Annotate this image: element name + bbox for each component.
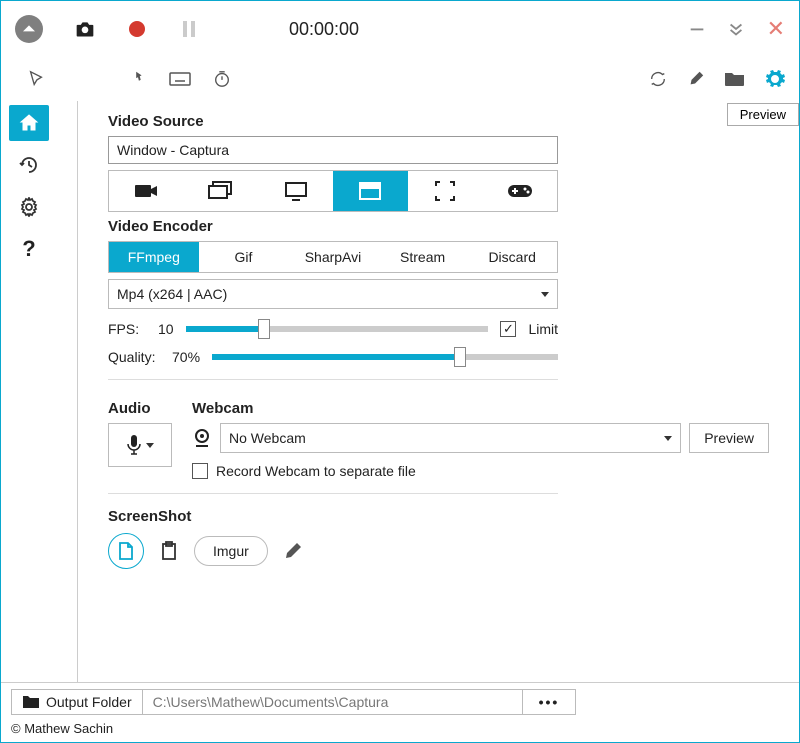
minimize-button[interactable]: −	[689, 14, 704, 45]
source-window[interactable]	[333, 171, 408, 211]
preview-button[interactable]: Preview	[727, 103, 799, 126]
audio-mic-button[interactable]	[108, 423, 172, 467]
expand-button[interactable]	[727, 20, 745, 38]
keyboard-icon[interactable]	[169, 72, 191, 86]
encoder-tabs: FFmpeg Gif SharpAvi Stream Discard	[108, 241, 558, 273]
pause-button[interactable]	[179, 19, 199, 39]
divider	[108, 493, 558, 494]
sidebar-help[interactable]: ?	[9, 231, 49, 267]
output-folder-label: Output Folder	[46, 694, 132, 710]
codec-dropdown[interactable]: Mp4 (x264 | AAC)	[108, 279, 558, 309]
output-folder-more[interactable]: •••	[523, 689, 577, 715]
folder-icon[interactable]	[725, 71, 745, 87]
chevron-down-icon	[146, 443, 154, 448]
fps-value: 10	[158, 321, 174, 337]
close-button[interactable]: ✕	[767, 16, 785, 42]
codec-value: Mp4 (x264 | AAC)	[117, 286, 227, 302]
video-encoder-title: Video Encoder	[108, 218, 769, 235]
quality-slider[interactable]	[212, 354, 558, 360]
quality-value: 70%	[172, 349, 200, 365]
webcam-separate-checkbox[interactable]	[192, 463, 208, 479]
webcam-dropdown[interactable]: No Webcam	[220, 423, 681, 453]
sidebar-recent[interactable]	[9, 147, 49, 183]
fps-row: FPS: 10 ✓ Limit	[108, 321, 558, 337]
screenshot-disk-button[interactable]	[108, 533, 144, 569]
quality-row: Quality: 70%	[108, 349, 558, 365]
webcam-selected: No Webcam	[229, 430, 306, 446]
encoder-tab-discard[interactable]: Discard	[467, 242, 557, 272]
divider	[108, 379, 558, 380]
refresh-icon[interactable]	[649, 70, 667, 88]
fps-slider[interactable]	[186, 326, 489, 332]
output-folder-button[interactable]: Output Folder	[11, 689, 143, 715]
source-screens[interactable]	[184, 171, 259, 211]
encoder-tab-sharpavi[interactable]: SharpAvi	[288, 242, 378, 272]
source-region[interactable]	[408, 171, 483, 211]
source-game[interactable]	[482, 171, 557, 211]
webcam-preview-button[interactable]: Preview	[689, 423, 769, 453]
audio-title: Audio	[108, 400, 172, 417]
webcam-separate-label: Record Webcam to separate file	[216, 463, 416, 479]
encoder-tab-ffmpeg[interactable]: FFmpeg	[109, 242, 199, 272]
camera-icon[interactable]	[75, 19, 95, 39]
chevron-down-icon	[664, 436, 672, 441]
record-button[interactable]	[127, 19, 147, 39]
source-camera[interactable]	[109, 171, 184, 211]
click-icon[interactable]	[129, 70, 147, 88]
output-folder-path[interactable]: C:\Users\Mathew\Documents\Captura	[143, 689, 523, 715]
video-source-title: Video Source	[108, 113, 769, 130]
content-panel: Preview Video Source Window - Captura Vi…	[77, 101, 799, 682]
screenshot-clipboard-button[interactable]	[160, 541, 178, 561]
copyright: © Mathew Sachin	[11, 721, 789, 736]
app-window: 00:00:00 − ✕	[0, 0, 800, 743]
sidebar: ?	[1, 101, 57, 682]
source-type-row	[108, 170, 558, 212]
screenshot-row: Imgur	[108, 533, 769, 569]
screenshot-imgur-button[interactable]: Imgur	[194, 536, 268, 566]
collapse-button[interactable]	[15, 15, 43, 43]
screenshot-title: ScreenShot	[108, 508, 769, 525]
toolbar	[1, 57, 799, 101]
timer-display: 00:00:00	[289, 19, 359, 40]
main-area: ? Preview Video Source Window - Captura …	[1, 101, 799, 682]
quality-label: Quality:	[108, 349, 160, 365]
webcam-icon	[192, 428, 212, 448]
fps-limit-label: Limit	[528, 321, 558, 337]
sidebar-home[interactable]	[9, 105, 49, 141]
timer-icon[interactable]	[213, 70, 231, 88]
encoder-tab-gif[interactable]: Gif	[199, 242, 289, 272]
sidebar-settings[interactable]	[9, 189, 49, 225]
screenshot-edit-button[interactable]	[284, 542, 302, 560]
settings-gear-icon[interactable]	[765, 69, 785, 89]
footer: Output Folder C:\Users\Mathew\Documents\…	[1, 682, 799, 742]
webcam-title: Webcam	[192, 400, 769, 417]
chevron-down-icon	[541, 292, 549, 297]
cursor-icon[interactable]	[27, 70, 45, 88]
video-source-field[interactable]: Window - Captura	[108, 136, 558, 164]
encoder-tab-stream[interactable]: Stream	[378, 242, 468, 272]
brush-icon[interactable]	[687, 70, 705, 88]
titlebar: 00:00:00 − ✕	[1, 1, 799, 57]
source-desktop[interactable]	[258, 171, 333, 211]
fps-label: FPS:	[108, 321, 146, 337]
fps-limit-checkbox[interactable]: ✓	[500, 321, 516, 337]
